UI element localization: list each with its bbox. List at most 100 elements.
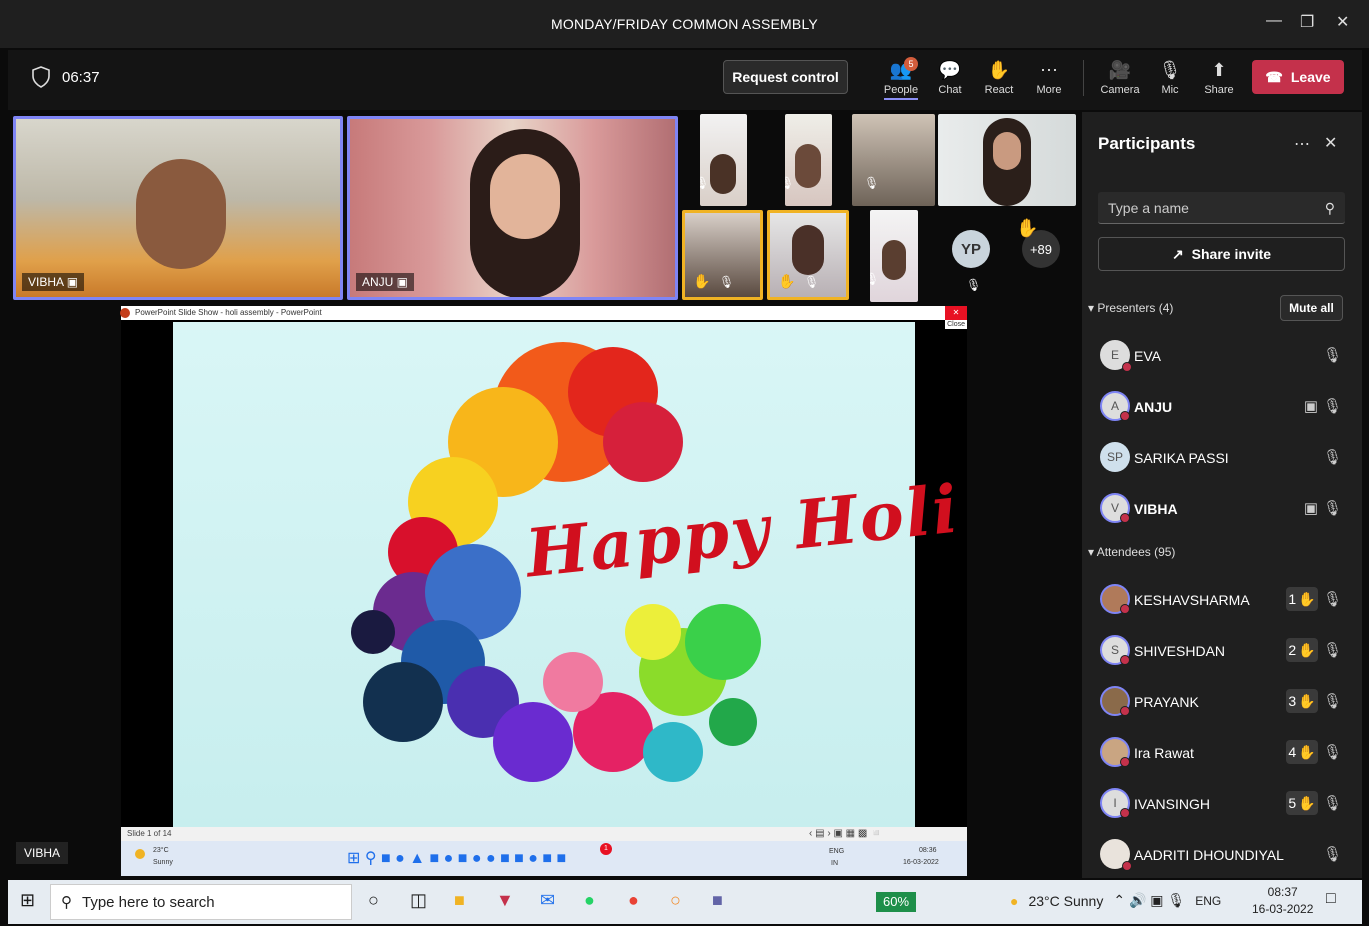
close-panel-icon[interactable]: ✕ <box>1324 133 1337 153</box>
hand-icon: ✋ <box>987 60 1011 80</box>
windows-start-icon[interactable]: ⊞ <box>20 890 35 911</box>
avatar: SP <box>1100 442 1130 472</box>
restore-icon[interactable]: ❐ <box>1300 12 1315 32</box>
presenter-icon: ▣ <box>1303 500 1318 517</box>
meeting-toolbar: 06:37 Request control 👥 5 People 💬 Chat … <box>8 50 1362 110</box>
participant-row[interactable]: S SHIVESHDAN 2 ✋ 🎙 <box>1098 629 1348 673</box>
participant-row[interactable]: A ANJU ▣ 🎙 <box>1098 385 1348 429</box>
tile-name-vibha: VIBHA ▣ <box>22 273 85 291</box>
clock-date: 16-03-2022 <box>1252 902 1314 916</box>
leave-button[interactable]: ☎ Leave <box>1252 60 1344 94</box>
presenter-icon: ▣ <box>1303 398 1318 415</box>
ppt-close-icon: ✕ <box>945 306 967 320</box>
video-tile-vibha[interactable]: VIBHA ▣ <box>13 116 343 300</box>
request-control-button[interactable]: Request control <box>723 60 848 94</box>
share-invite-label: Share invite <box>1191 246 1272 262</box>
video-tile-anju[interactable]: ANJU ▣ <box>347 116 678 300</box>
slide-canvas: Happy Holi <box>173 322 963 830</box>
inner-region: IN <box>831 860 838 867</box>
participant-name: SHIVESHDAN <box>1134 643 1226 659</box>
notification-badge: 1 <box>600 843 612 855</box>
tray-icons[interactable]: ⌃ 🔊 ▣ 🎙 <box>1113 892 1185 909</box>
mcafee-icon[interactable]: ▼ <box>496 890 514 911</box>
language-indicator[interactable]: ENG <box>1195 894 1221 908</box>
system-clock[interactable]: 08:37 16-03-2022 <box>1252 884 1313 918</box>
ppt-title: PowerPoint Slide Show - holi assembly - … <box>135 308 322 317</box>
teams-icon[interactable]: ■ <box>712 890 723 911</box>
participant-row[interactable]: E EVA 🎙 <box>1098 334 1348 378</box>
participant-row[interactable]: V VIBHA ▣ 🎙 <box>1098 487 1348 531</box>
search-icon: ⚲ <box>61 894 72 911</box>
mic-off-icon: 🎙 <box>864 176 880 190</box>
react-button[interactable]: ✋ React <box>974 56 1024 96</box>
raised-hand-icon: ✋ <box>693 273 711 289</box>
video-tile-small[interactable]: 🎙 <box>870 210 918 302</box>
video-tile-raised-hand[interactable]: ✋ 🎙 <box>767 210 849 300</box>
avatar: S <box>1100 635 1130 665</box>
share-button[interactable]: ⬆ Share <box>1194 56 1244 96</box>
sun-icon <box>135 849 145 859</box>
avatar <box>1100 737 1130 767</box>
attendees-header[interactable]: ▾ Attendees (95) <box>1088 545 1175 559</box>
avatar: E <box>1100 340 1132 372</box>
mic-off-icon: 🎙 <box>785 176 795 190</box>
inner-lang: ENG <box>829 848 845 855</box>
participant-row[interactable]: AADRITI DHOUNDIYAL 🎙 <box>1098 833 1348 877</box>
windows-search-input[interactable]: ⚲ Type here to search <box>50 884 352 920</box>
chat-icon: 💬 <box>938 60 962 80</box>
mic-off-icon: 🎙 <box>870 272 880 286</box>
mail-icon[interactable]: ✉ <box>540 890 555 911</box>
minimize-icon[interactable]: — <box>1266 12 1282 30</box>
video-tile-small[interactable]: 🎙 <box>700 114 747 206</box>
avatar-yp[interactable]: YP <box>952 230 990 268</box>
participant-name: ANJU <box>1134 399 1173 415</box>
notification-center-icon[interactable]: □ <box>1326 890 1336 908</box>
mute-all-button[interactable]: Mute all <box>1280 295 1343 321</box>
participant-name: SARIKA PASSI <box>1134 450 1229 466</box>
people-count-badge: 5 <box>904 57 918 71</box>
task-view-icon[interactable]: ◫ <box>410 890 427 911</box>
mic-off-icon: 🎙 <box>1322 642 1342 659</box>
video-tile-raised-hand[interactable]: ✋ 🎙 <box>682 210 763 300</box>
participant-name: VIBHA <box>1134 501 1178 517</box>
weather-text[interactable]: 23°C Sunny <box>1028 893 1103 909</box>
mic-off-icon: 🎙 <box>1322 449 1342 466</box>
app-icon[interactable]: ○ <box>670 890 681 911</box>
cortana-icon[interactable]: ○ <box>368 890 379 911</box>
close-icon[interactable]: ✕ <box>1336 12 1350 32</box>
powerpoint-icon <box>120 308 130 318</box>
more-options-icon[interactable]: ⋯ <box>1294 134 1310 154</box>
chat-button[interactable]: 💬 Chat <box>925 56 975 96</box>
people-button[interactable]: 👥 5 People <box>876 56 926 100</box>
participant-row[interactable]: KESHAVSHARMA 1 ✋ 🎙 <box>1098 578 1348 622</box>
video-tile-small[interactable]: 🎙 <box>785 114 832 206</box>
avatar <box>1100 686 1130 716</box>
mic-off-icon: 🎙 <box>1322 347 1342 364</box>
participant-row[interactable]: PRAYANK 3 ✋ 🎙 <box>1098 680 1348 724</box>
whatsapp-icon[interactable]: ● <box>584 890 595 911</box>
mic-on-icon: 🎙 <box>1322 500 1342 517</box>
slide-nav-icons: ‹ ▤ › ▣ ▦ ▩ ◽ <box>809 828 883 839</box>
shared-windows-taskbar: 23°C Sunny ⊞ ⚲ ■ ● ▲ ■ ● ■ ● ● ■ ■ ● ■ ■… <box>121 841 967 876</box>
video-tile-small[interactable]: 🎙 <box>852 114 935 206</box>
participant-row[interactable]: SP SARIKA PASSI 🎙 <box>1098 436 1348 480</box>
people-label: People <box>883 84 919 96</box>
file-explorer-icon[interactable]: ■ <box>454 890 465 911</box>
video-tile-small[interactable] <box>938 114 1076 206</box>
inner-weather-cond: Sunny <box>153 859 173 866</box>
participant-row[interactable]: Ira Rawat 4 ✋ 🎙 <box>1098 731 1348 775</box>
participant-row[interactable]: I IVANSINGH 5 ✋ 🎙 <box>1098 782 1348 826</box>
camera-button[interactable]: 🎥 Camera <box>1095 56 1145 96</box>
participant-search-input[interactable]: Type a name ⚲ <box>1098 192 1345 224</box>
mic-off-icon: 🎙 <box>1322 744 1342 761</box>
react-label: React <box>984 84 1014 96</box>
more-button[interactable]: ⋯ More <box>1024 56 1074 96</box>
mic-button[interactable]: 🎙 Mic <box>1145 56 1195 96</box>
hand-queue-badge: 4 ✋ <box>1286 740 1318 764</box>
presenters-header[interactable]: ▾ Presenters (4) <box>1088 301 1173 315</box>
avatar: V <box>1100 493 1130 523</box>
share-invite-button[interactable]: ↗ Share invite <box>1098 237 1345 271</box>
mic-off-icon: 🎙 <box>804 275 820 289</box>
share-icon: ⬆ <box>1211 60 1227 80</box>
chrome-icon[interactable]: ● <box>628 890 639 911</box>
